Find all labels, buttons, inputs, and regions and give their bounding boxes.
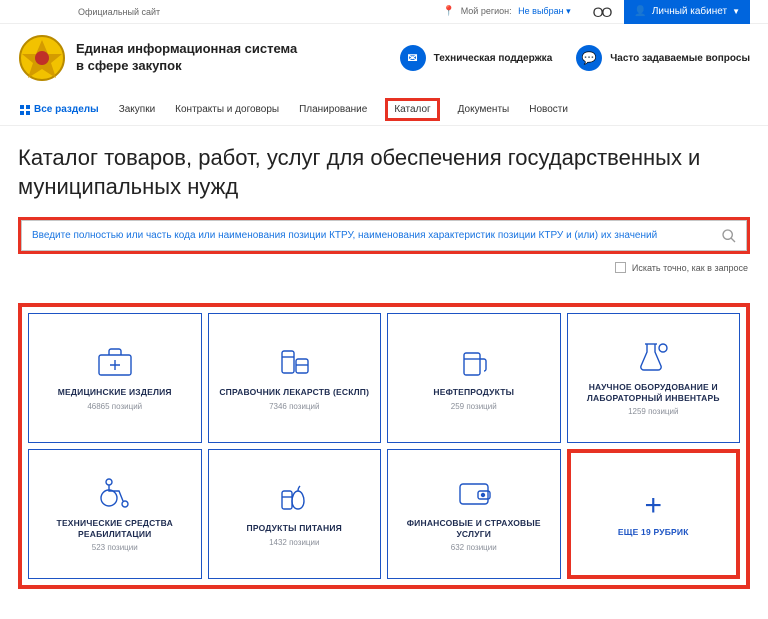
faq-link[interactable]: 💬 Часто задаваемые вопросы — [576, 45, 750, 71]
mail-icon: ✉ — [400, 45, 426, 71]
search-bar — [21, 220, 747, 251]
chevron-down-icon: ▼ — [732, 7, 740, 16]
search-input[interactable] — [22, 221, 712, 250]
categories-highlight: МЕДИЦИНСКИЕ ИЗДЕЛИЯ 46865 позиций СПРАВО… — [18, 303, 750, 589]
nav-catalog[interactable]: Каталог — [385, 98, 439, 121]
card-count: 1432 позиции — [269, 538, 319, 547]
exact-search-label: Искать точно, как в запросе — [632, 263, 748, 273]
region-label: Мой регион: — [461, 6, 512, 16]
official-site-label: Официальный сайт — [78, 7, 160, 17]
site-title-l2: в сфере закупок — [76, 58, 297, 75]
login-label: Личный кабинет — [652, 6, 727, 17]
food-icon — [274, 481, 314, 515]
site-title: Единая информационная система в сфере за… — [76, 41, 297, 75]
nav-documents[interactable]: Документы — [456, 100, 512, 119]
card-lab[interactable]: НАУЧНОЕ ОБОРУДОВАНИЕ И ЛАБОРАТОРНЫЙ ИНВЕ… — [567, 313, 741, 443]
tech-support-label: Техническая поддержка — [434, 53, 553, 64]
header: Единая информационная система в сфере за… — [0, 24, 768, 96]
card-more[interactable]: + ЕЩЕ 19 РУБРИК — [567, 449, 741, 579]
nav-planning[interactable]: Планирование — [297, 100, 369, 119]
tech-support-link[interactable]: ✉ Техническая поддержка — [400, 45, 553, 71]
chevron-down-icon: ▾ — [566, 6, 571, 16]
card-label: ТЕХНИЧЕСКИЕ СРЕДСТВА РЕАБИЛИТАЦИИ — [35, 518, 195, 539]
nav-all-sections[interactable]: Все разделы — [18, 100, 101, 119]
nav-contracts[interactable]: Контракты и договоры — [173, 100, 281, 119]
card-count: 7346 позиций — [269, 402, 319, 411]
faq-label: Часто задаваемые вопросы — [610, 53, 750, 64]
region-value: Не выбран — [518, 6, 563, 16]
site-title-l1: Единая информационная система — [76, 41, 297, 58]
chat-icon: 💬 — [576, 45, 602, 71]
exact-search-row: Искать точно, как в запросе — [18, 254, 750, 273]
nav-news[interactable]: Новости — [527, 100, 570, 119]
card-label: МЕДИЦИНСКИЕ ИЗДЕЛИЯ — [58, 387, 172, 398]
card-oil[interactable]: НЕФТЕПРОДУКТЫ 259 позиций — [387, 313, 561, 443]
fuel-icon — [454, 345, 494, 379]
search-button[interactable] — [712, 228, 746, 244]
categories-grid: МЕДИЦИНСКИЕ ИЗДЕЛИЯ 46865 позиций СПРАВО… — [28, 313, 740, 579]
login-button[interactable]: Личный кабинет ▼ — [624, 0, 750, 24]
more-label: ЕЩЕ 19 РУБРИК — [618, 527, 689, 538]
emblem-icon — [18, 34, 66, 82]
card-rehab[interactable]: ТЕХНИЧЕСКИЕ СРЕДСТВА РЕАБИЛИТАЦИИ 523 по… — [28, 449, 202, 579]
card-count: 632 позиции — [451, 543, 497, 552]
accessibility-icon[interactable]: OO — [593, 4, 611, 20]
card-label: СПРАВОЧНИК ЛЕКАРСТВ (ЕСКЛП) — [219, 387, 369, 398]
topbar: Официальный сайт Мой регион: Не выбран ▾… — [0, 0, 768, 24]
user-icon — [634, 6, 646, 17]
wallet-icon — [454, 476, 494, 510]
medkit-icon — [95, 345, 135, 379]
main-content: Каталог товаров, работ, услуг для обеспе… — [0, 126, 768, 619]
card-count: 523 позиции — [92, 543, 138, 552]
search-highlight — [18, 217, 750, 254]
card-medical[interactable]: МЕДИЦИНСКИЕ ИЗДЕЛИЯ 46865 позиций — [28, 313, 202, 443]
card-count: 46865 позиций — [87, 402, 142, 411]
pills-icon — [274, 345, 314, 379]
card-label: НАУЧНОЕ ОБОРУДОВАНИЕ И ЛАБОРАТОРНЫЙ ИНВЕ… — [574, 382, 734, 403]
grid-icon — [20, 105, 30, 115]
search-icon — [721, 228, 737, 244]
main-nav: Все разделы Закупки Контракты и договоры… — [0, 96, 768, 126]
exact-search-checkbox[interactable] — [615, 262, 626, 273]
nav-all-label: Все разделы — [34, 104, 99, 115]
card-label: ПРОДУКТЫ ПИТАНИЯ — [247, 523, 342, 534]
card-label: ФИНАНСОВЫЕ И СТРАХОВЫЕ УСЛУГИ — [394, 518, 554, 539]
card-finance[interactable]: ФИНАНСОВЫЕ И СТРАХОВЫЕ УСЛУГИ 632 позици… — [387, 449, 561, 579]
pin-icon — [443, 6, 458, 16]
card-medicines[interactable]: СПРАВОЧНИК ЛЕКАРСТВ (ЕСКЛП) 7346 позиций — [208, 313, 382, 443]
page-title: Каталог товаров, работ, услуг для обеспе… — [18, 144, 750, 201]
categories-area: МЕДИЦИНСКИЕ ИЗДЕЛИЯ 46865 позиций СПРАВО… — [18, 303, 750, 589]
card-count: 1259 позиций — [628, 407, 678, 416]
wheelchair-icon — [95, 476, 135, 510]
flask-icon — [633, 340, 673, 374]
card-food[interactable]: ПРОДУКТЫ ПИТАНИЯ 1432 позиции — [208, 449, 382, 579]
card-count: 259 позиций — [451, 402, 497, 411]
nav-purchases[interactable]: Закупки — [117, 100, 157, 119]
card-label: НЕФТЕПРОДУКТЫ — [433, 387, 514, 398]
plus-icon: + — [644, 491, 662, 521]
region-selector[interactable]: Мой регион: Не выбран ▾ — [443, 6, 571, 17]
